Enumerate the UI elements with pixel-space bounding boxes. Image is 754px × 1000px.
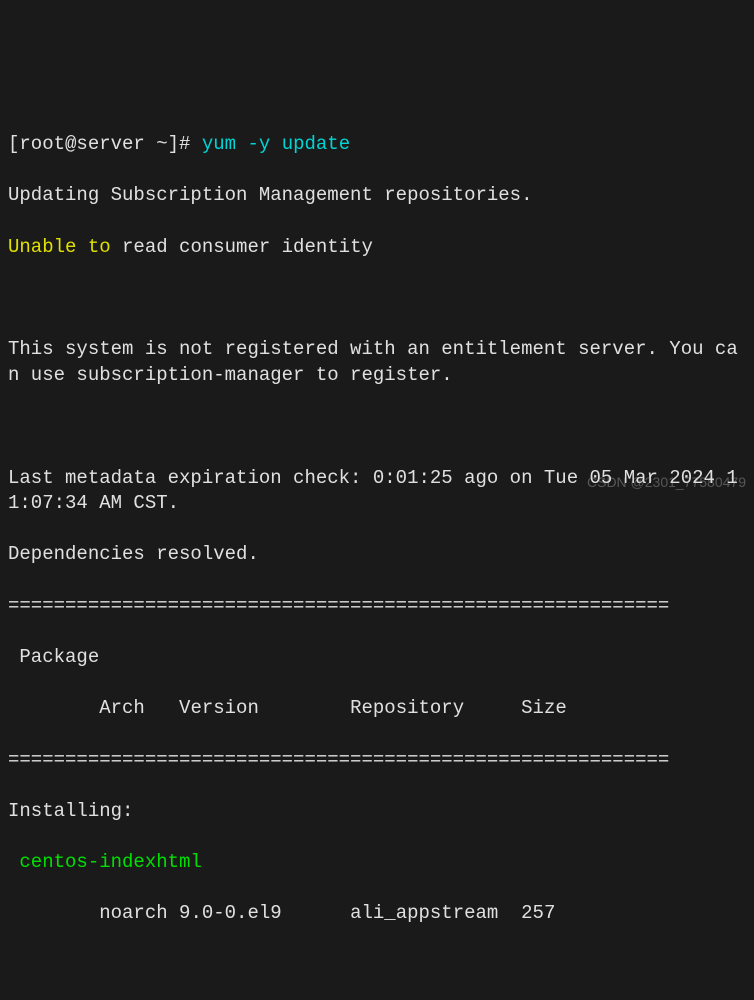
command-binary: yum: [202, 133, 236, 155]
blank-line: [8, 414, 746, 440]
pkg-arch: noarch: [99, 902, 167, 924]
warning-text: read consumer identity: [122, 236, 373, 258]
package-row: centos-indexhtml: [8, 850, 746, 876]
output-register-msg: This system is not registered with an en…: [8, 337, 746, 388]
divider-bottom: ========================================…: [8, 748, 746, 774]
header-package: Package: [8, 645, 746, 671]
prompt-prefix: [root@server ~]#: [8, 133, 190, 155]
watermark-text: CSDN @2301_77580479: [587, 473, 746, 492]
col-version: Version: [179, 697, 259, 719]
output-updating: Updating Subscription Management reposit…: [8, 183, 746, 209]
command-flags: -y: [247, 133, 270, 155]
installing-label: Installing:: [8, 799, 746, 825]
header-columns: Arch Version Repository Size: [8, 696, 746, 722]
col-arch: Arch: [99, 697, 145, 719]
output-deps: Dependencies resolved.: [8, 542, 746, 568]
terminal-output: [root@server ~]# yum -y update Updating …: [8, 107, 746, 953]
package-details: noarch 9.0-0.el9 ali_appstream 257: [8, 901, 746, 927]
divider-top: ========================================…: [8, 594, 746, 620]
col-repo: Repository: [350, 697, 464, 719]
pkg-size: 257: [521, 902, 555, 924]
blank-line: [8, 286, 746, 312]
command-action: update: [282, 133, 350, 155]
package-name: centos-indexhtml: [19, 851, 201, 873]
col-size: Size: [521, 697, 567, 719]
output-warning-line: Unable to read consumer identity: [8, 235, 746, 261]
pkg-version: 9.0-0.el9: [179, 902, 282, 924]
warning-prefix: Unable to: [8, 236, 111, 258]
pkg-repo: ali_appstream: [350, 902, 498, 924]
prompt-line: [root@server ~]# yum -y update: [8, 132, 746, 158]
